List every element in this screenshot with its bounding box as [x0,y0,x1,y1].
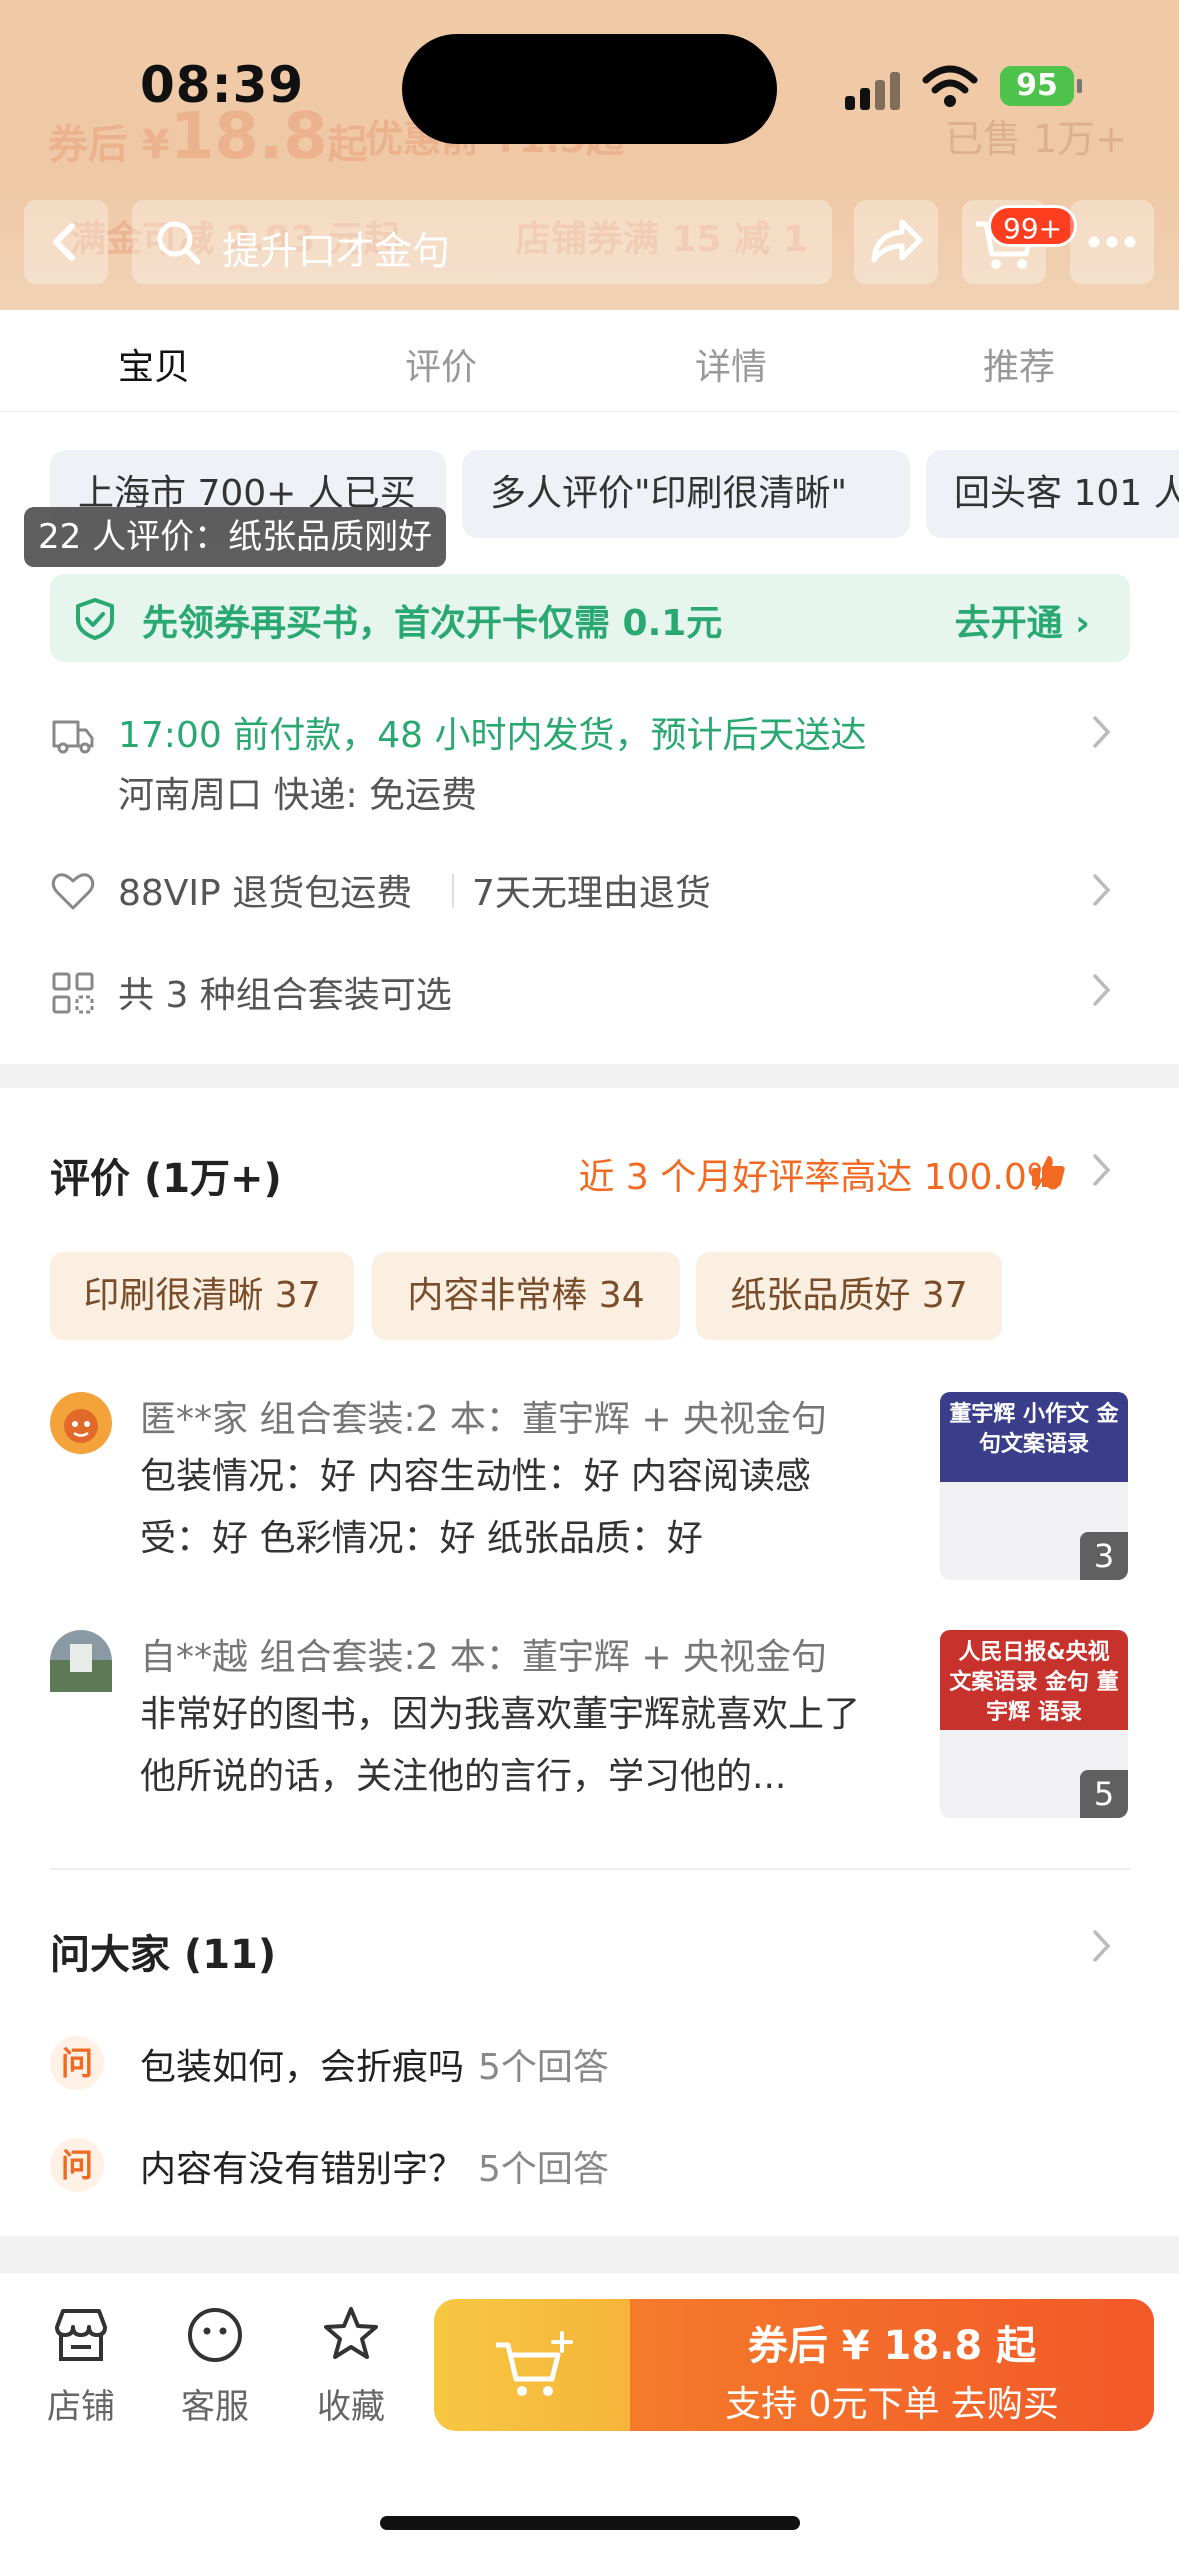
shop-label: 店铺 [47,2387,115,2427]
cart-badge: 99+ [988,205,1078,247]
more-button[interactable] [1070,200,1154,284]
reviews-title[interactable]: 评价 (1万+) [50,1146,282,1204]
customer-service-button[interactable]: 客服 [170,2303,260,2428]
review-tooltip: 22 人评价：纸张品质刚好 [24,507,447,567]
chevron-right-icon[interactable] [1090,712,1114,752]
reviewer-name: 自**越 组合套装:2 本：董宇辉 + 央视金句 [140,1637,827,1678]
avatar [50,1392,112,1454]
review-image-caption: 董宇辉 小作文 金句文案语录 [940,1392,1128,1482]
divider [452,874,454,908]
favorite-button[interactable]: 收藏 [306,2303,396,2428]
review-tag[interactable]: 印刷很清晰 37 [50,1252,354,1340]
chevron-right-icon[interactable] [1090,1150,1114,1190]
review-text[interactable]: 非常好的图书，因为我喜欢董宇辉就喜欢上了他所说的话，关注他的言行，学习他的... [140,1684,880,1808]
promo-activate-link[interactable]: 去开通 › [955,594,1090,646]
qa-item[interactable]: 包装如何，会折痕吗 5个回答 [140,2038,609,2090]
buy-now-button[interactable]: 券后 ¥ 18.8 起 支持 0元下单 去购买 [630,2299,1154,2431]
background-sold-count: 已售 1万+ [944,117,1127,161]
answer-count: 5个回答 [478,2149,609,2190]
chip-review-highlight[interactable]: 多人评价"印刷很清晰" [462,450,910,538]
chevron-right-icon[interactable] [1090,970,1114,1010]
buy-subtext: 支持 0元下单 去购买 [725,2384,1059,2425]
search-input[interactable]: 提升口才金句 [132,200,832,284]
share-icon [871,219,923,263]
shield-check-icon [76,598,114,640]
tab-item[interactable]: 宝贝 [118,338,190,390]
divider [50,1868,1130,1870]
more-icon [1088,236,1136,248]
wifi-icon [922,65,978,107]
battery-level: 95 [1016,68,1058,103]
membership-promo[interactable]: 先领券再买书，首次开卡仅需 0.1元 去开通 › [50,574,1130,662]
question-icon: 问 [50,2138,104,2192]
home-indicator [380,2516,800,2530]
bottom-action-bar: 店铺 客服 收藏 券后 ¥ 18.8 起 支持 0元下单 去购买 [0,2272,1179,2556]
search-query: 提升口才金句 [222,229,451,273]
delivery-time: 17:00 前付款，48 小时内发货，预计后天送达 [118,715,867,756]
avatar-photo-icon [50,1644,112,1692]
chip-repeat-buyers[interactable]: 回头客 101 人 [926,450,1179,538]
qa-item[interactable]: 内容有没有错别字？ 5个回答 [140,2140,609,2192]
product-tabs: 宝贝 评价 详情 推荐 [0,310,1179,412]
question-text: 内容有没有错别字？ [140,2149,465,2190]
tab-details[interactable]: 详情 [695,338,767,390]
star-icon [324,2307,378,2359]
info-card: 上海市 700+ 人已买 多人评价"印刷很清晰" 回头客 101 人 22 人评… [0,412,1179,1064]
good-rate[interactable]: 近 3 个月好评率高达 100.0% [578,1148,1061,1200]
review-tag[interactable]: 内容非常棒 34 [372,1252,680,1340]
add-cart-icon [496,2331,573,2396]
signal-icon [845,70,901,110]
favorite-label: 收藏 [317,2387,385,2427]
grid-icon [52,972,94,1014]
battery-icon: 95 [1000,66,1082,106]
thumbs-up-icon [1032,1156,1065,1187]
image-count: 3 [1080,1532,1128,1580]
service-label: 客服 [181,2387,249,2427]
store-icon [55,2309,107,2361]
purchase-buttons: 券后 ¥ 18.8 起 支持 0元下单 去购买 [434,2299,1154,2431]
share-button[interactable] [854,200,938,284]
search-icon [157,221,201,265]
review-text[interactable]: 包装情况：好 内容生动性：好 内容阅读感受：好 色彩情况：好 纸张品质：好 [140,1446,880,1570]
image-count: 5 [1080,1770,1128,1818]
status-time: 08:39 [140,56,305,114]
truck-icon [52,720,94,754]
tab-reviews[interactable]: 评价 [405,338,477,390]
avatar [50,1630,112,1692]
reviews-card: 评价 (1万+) 近 3 个月好评率高达 100.0% 印刷很清晰 37 内容非… [0,1088,1179,2236]
heart-icon [51,873,95,910]
answer-count: 5个回答 [478,2047,609,2088]
chevron-left-icon [53,223,75,261]
promo-text: 先领券再买书，首次开卡仅需 0.1元 [142,603,723,644]
combo-options: 共 3 种组合套装可选 [118,975,452,1016]
qa-title[interactable]: 问大家 (11) [50,1922,276,1980]
chat-face-icon [188,2308,242,2362]
product-header: 券后 ¥18.8起 优惠前 ¥1.3起 已售 1万+ 满金可减 2.93 元起 … [0,0,1179,310]
delivery-location: 河南周口 快递: 免运费 [118,775,478,816]
dynamic-island [402,34,777,144]
chevron-right-icon[interactable] [1090,1926,1114,1966]
avatar-face-icon [64,1409,98,1443]
shop-button[interactable]: 店铺 [36,2303,126,2428]
buy-price: 券后 ¥ 18.8 起 [747,2323,1037,2369]
reviewer-name: 匿**家 组合套装:2 本：董宇辉 + 央视金句 [140,1399,827,1440]
review-image[interactable]: 董宇辉 小作文 金句文案语录 3 [940,1392,1128,1580]
tab-recommend[interactable]: 推荐 [983,338,1055,390]
return-shipping: 88VIP 退货包运费 [118,873,413,914]
chevron-right-icon[interactable] [1090,870,1114,910]
question-icon: 问 [50,2036,104,2090]
review-image[interactable]: 人民日报&央视 文案语录 金句 董宇辉 语录 5 [940,1630,1128,1818]
back-button[interactable] [24,200,108,284]
review-image-caption: 人民日报&央视 文案语录 金句 董宇辉 语录 [940,1630,1128,1730]
no-reason-return: 7天无理由退货 [472,873,711,914]
review-tag[interactable]: 纸张品质好 37 [696,1252,1002,1340]
add-to-cart-button[interactable] [434,2299,634,2431]
question-text: 包装如何，会折痕吗 [140,2047,465,2088]
